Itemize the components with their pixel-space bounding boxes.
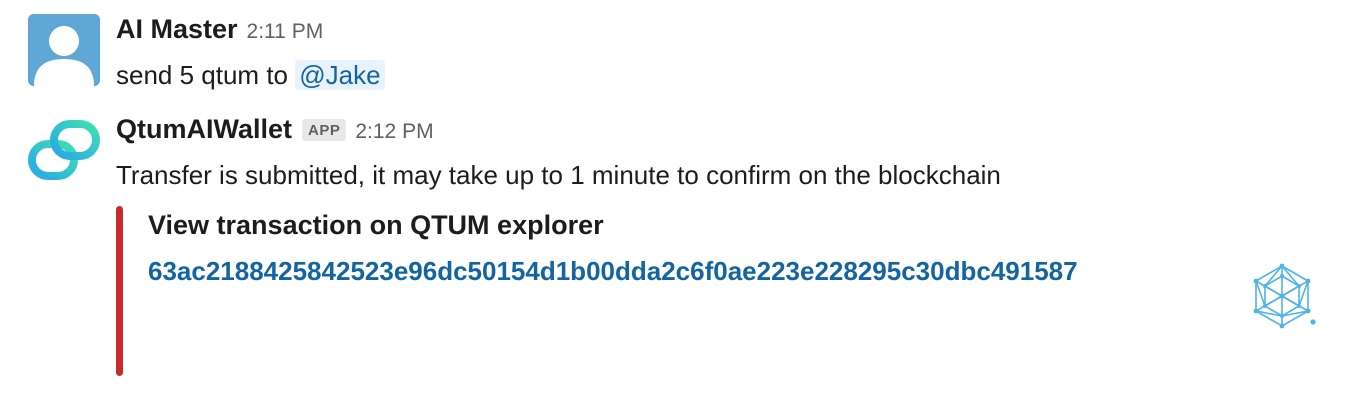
message-text-body: send 5 qtum to xyxy=(116,60,296,90)
transaction-hash-link[interactable]: 63ac2188425842523e96dc50154d1b00dda2c6f0… xyxy=(148,256,1078,287)
sender-name[interactable]: AI Master xyxy=(116,14,238,45)
qtum-logo-icon xyxy=(1253,263,1316,329)
message-header: AI Master 2:11 PM xyxy=(116,14,323,50)
attachment-accent-bar xyxy=(116,206,123,376)
bot-avatar[interactable] xyxy=(28,114,100,186)
sender-name[interactable]: QtumAIWallet xyxy=(116,114,292,145)
message-header: QtumAIWallet APP 2:12 PM xyxy=(116,114,434,150)
user-mention[interactable]: @Jake xyxy=(295,60,385,90)
message-text: send 5 qtum to @Jake xyxy=(116,60,385,91)
attachment-thumbnail[interactable] xyxy=(1248,262,1316,330)
message-text: Transfer is submitted, it may take up to… xyxy=(116,160,1001,190)
qtum-ai-wallet-logo-icon xyxy=(28,120,100,180)
attachment-title: View transaction on QTUM explorer xyxy=(148,210,604,240)
message-timestamp[interactable]: 2:12 PM xyxy=(355,120,433,144)
app-badge: APP xyxy=(302,119,347,141)
default-user-icon xyxy=(28,14,100,86)
user-avatar[interactable] xyxy=(28,14,100,86)
message-timestamp[interactable]: 2:11 PM xyxy=(247,20,324,44)
